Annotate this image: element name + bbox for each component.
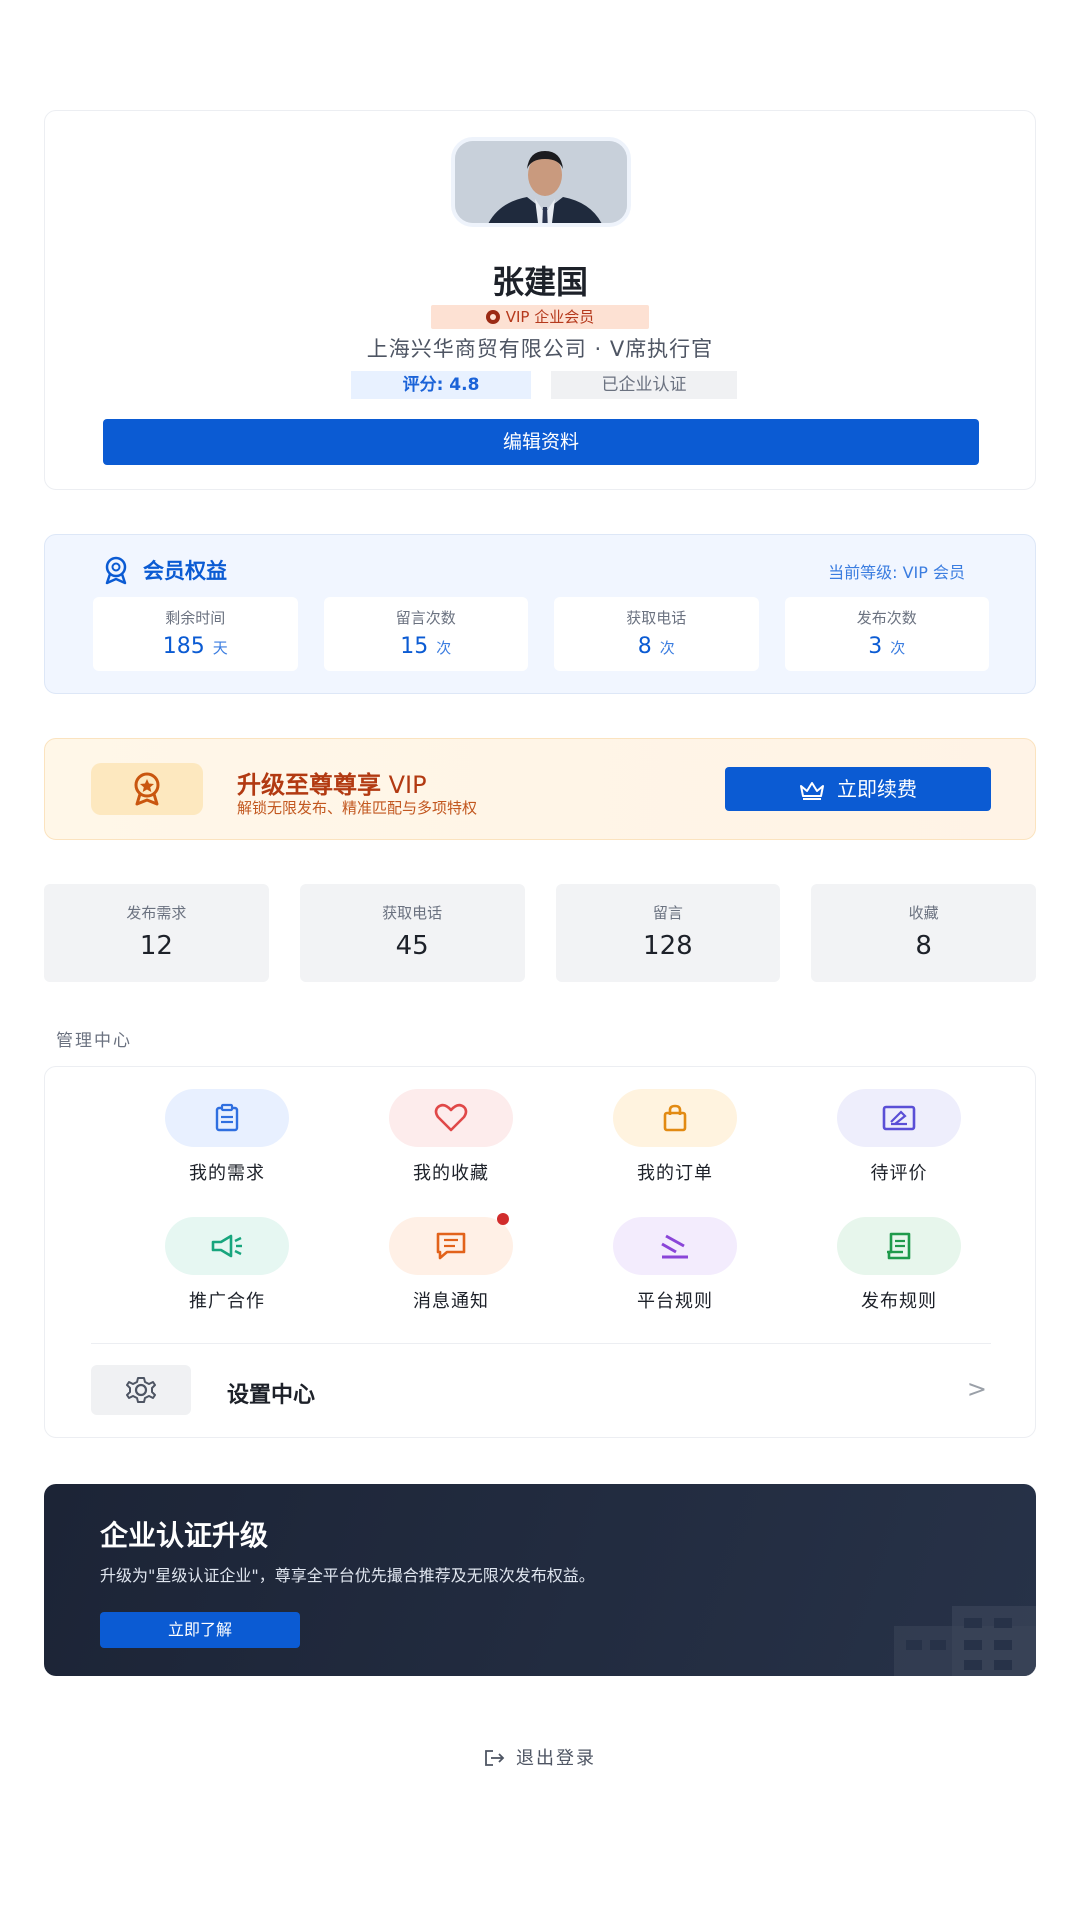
- notification-dot: [497, 1213, 509, 1225]
- vip-badge: VIP 企业会员: [431, 305, 649, 329]
- profile-name: 张建国: [491, 263, 588, 301]
- menu-item-label: 发布规则: [861, 1291, 937, 1312]
- membership-stat-unit: 次: [436, 639, 452, 657]
- edit-card-icon: [837, 1089, 961, 1147]
- document-icon: [837, 1217, 961, 1275]
- stat-favorites[interactable]: 收藏 8: [811, 884, 1036, 982]
- avatar-photo-icon: [455, 141, 627, 223]
- membership-stat-unit: 天: [212, 639, 228, 657]
- stat-label: 发布需求: [126, 904, 187, 922]
- menu-item-label: 我的需求: [189, 1163, 265, 1184]
- menu-item-my-demands[interactable]: 我的需求: [137, 1089, 317, 1185]
- stat-label: 留言: [652, 904, 683, 922]
- company-title: 上海兴华商贸有限公司 · V席执行官: [366, 337, 714, 361]
- membership-stat-unit: 次: [890, 639, 906, 657]
- membership-stat-value: 185: [162, 634, 205, 659]
- menu-item-label: 平台规则: [637, 1291, 713, 1312]
- membership-title-label: 会员权益: [143, 559, 227, 583]
- membership-stat-publish: 发布次数 3次: [784, 597, 989, 671]
- membership-stat-unit: 次: [659, 639, 675, 657]
- membership-stat-value: 8: [637, 634, 652, 659]
- management-section-title: 管理中心: [56, 1031, 132, 1051]
- membership-stat-label: 留言次数: [395, 609, 456, 627]
- enterprise-title: 企业认证升级: [100, 1519, 269, 1552]
- building-icon: [894, 1606, 1036, 1676]
- menu-item-label: 我的收藏: [413, 1163, 489, 1184]
- award-icon: [105, 556, 127, 585]
- menu-item-notifications[interactable]: 消息通知: [361, 1213, 541, 1313]
- upgrade-banner: 升级至尊尊享 VIP 解锁无限发布、精准匹配与多项特权 立即续费: [44, 738, 1036, 840]
- membership-stat-value: 15: [400, 634, 429, 659]
- upgrade-title: 升级至尊尊享 VIP: [237, 765, 427, 800]
- upgrade-subtitle: 解锁无限发布、精准匹配与多项特权: [237, 799, 478, 817]
- settings-center-row[interactable]: 设置中心 >: [91, 1365, 991, 1417]
- enterprise-description: 升级为"星级认证企业"，尊享全平台优先撮合推荐及无限次发布权益。: [100, 1566, 595, 1585]
- chevron-right-icon: >: [966, 1375, 987, 1403]
- membership-stat-messages: 留言次数 15 次: [323, 597, 528, 671]
- membership-stat-label: 剩余时间: [165, 609, 226, 627]
- upgrade-title-vip: VIP: [381, 771, 427, 799]
- menu-item-my-orders[interactable]: 我的订单: [585, 1089, 765, 1185]
- divider: [91, 1343, 991, 1344]
- stat-phones[interactable]: 获取电话 45: [299, 884, 525, 982]
- vip-badge-label: VIP 企业会员: [505, 308, 595, 326]
- avatar[interactable]: [451, 137, 631, 227]
- menu-item-label: 消息通知: [413, 1291, 489, 1312]
- logout-label: 退出登录: [516, 1748, 596, 1769]
- heart-icon: [389, 1089, 513, 1147]
- menu-item-pending-review[interactable]: 待评价: [809, 1089, 989, 1185]
- management-center: 我的需求 我的收藏 我的订单 待评价 推广合作 消息通知 平台规则 发布规则 设…: [44, 1066, 1036, 1438]
- medal-icon: [134, 772, 160, 806]
- membership-stat-phone: 获取电话 8次: [554, 597, 759, 671]
- menu-item-promotion[interactable]: 推广合作: [137, 1217, 317, 1313]
- stat-value: 12: [139, 931, 173, 961]
- menu-item-label: 待评价: [870, 1163, 928, 1184]
- membership-card: 会员权益 当前等级: VIP 会员 剩余时间 185 天 留言次数 15 次 获取电…: [44, 534, 1036, 694]
- stat-published-demands[interactable]: 发布需求 12: [44, 884, 269, 982]
- message-icon: [389, 1213, 513, 1275]
- renew-button-label: 立即续费: [837, 777, 917, 801]
- membership-level: 当前等级: VIP 会员: [828, 563, 965, 582]
- vip-badge-icon: [485, 310, 500, 324]
- renew-button[interactable]: 立即续费: [725, 767, 991, 811]
- membership-stat-value: 3: [868, 634, 883, 659]
- menu-item-label: 推广合作: [189, 1291, 265, 1312]
- enterprise-banner: 企业认证升级 升级为"星级认证企业"，尊享全平台优先撮合推荐及无限次发布权益。 …: [44, 1484, 1036, 1676]
- upgrade-icon-box: [91, 763, 203, 815]
- membership-stats: 剩余时间 185 天 留言次数 15 次 获取电话 8次 发布次数 3次: [93, 597, 989, 671]
- membership-stat-label: 获取电话: [626, 609, 687, 627]
- score-badge: 评分: 4.8: [351, 371, 531, 399]
- stat-messages[interactable]: 留言 128: [555, 884, 781, 982]
- crown-icon: [800, 782, 824, 800]
- logout-button[interactable]: 退出登录: [0, 1744, 1080, 1770]
- membership-title: 会员权益: [101, 555, 227, 585]
- clipboard-icon: [165, 1089, 289, 1147]
- learn-more-button[interactable]: 立即了解: [100, 1612, 300, 1648]
- stat-value: 45: [395, 931, 429, 961]
- upgrade-title-bold: 升级至尊尊享: [237, 771, 381, 799]
- logout-icon: [485, 1750, 505, 1766]
- settings-center-label: 设置中心: [227, 1383, 316, 1408]
- bag-icon: [613, 1089, 737, 1147]
- menu-item-publish-rules[interactable]: 发布规则: [809, 1217, 989, 1313]
- edit-profile-button[interactable]: 编辑资料: [103, 419, 979, 465]
- menu-item-my-favorites[interactable]: 我的收藏: [361, 1089, 541, 1185]
- certified-badge: 已企业认证: [551, 371, 737, 399]
- stat-value: 128: [643, 931, 693, 961]
- menu-item-platform-rules[interactable]: 平台规则: [585, 1217, 765, 1313]
- stat-value: 8: [915, 931, 932, 961]
- profile-card: 张建国 VIP 企业会员 上海兴华商贸有限公司 · V席执行官 评分: 4.8 …: [44, 110, 1036, 490]
- gavel-icon: [613, 1217, 737, 1275]
- membership-stat-remaining-time: 剩余时间 185 天: [93, 597, 298, 671]
- menu-item-label: 我的订单: [637, 1163, 713, 1184]
- megaphone-icon: [165, 1217, 289, 1275]
- membership-stat-label: 发布次数: [856, 609, 917, 627]
- stat-label: 收藏: [908, 904, 939, 922]
- gear-icon: [91, 1365, 191, 1415]
- stat-label: 获取电话: [382, 904, 443, 922]
- stats-row: 发布需求 12 获取电话 45 留言 128 收藏 8: [44, 884, 1036, 982]
